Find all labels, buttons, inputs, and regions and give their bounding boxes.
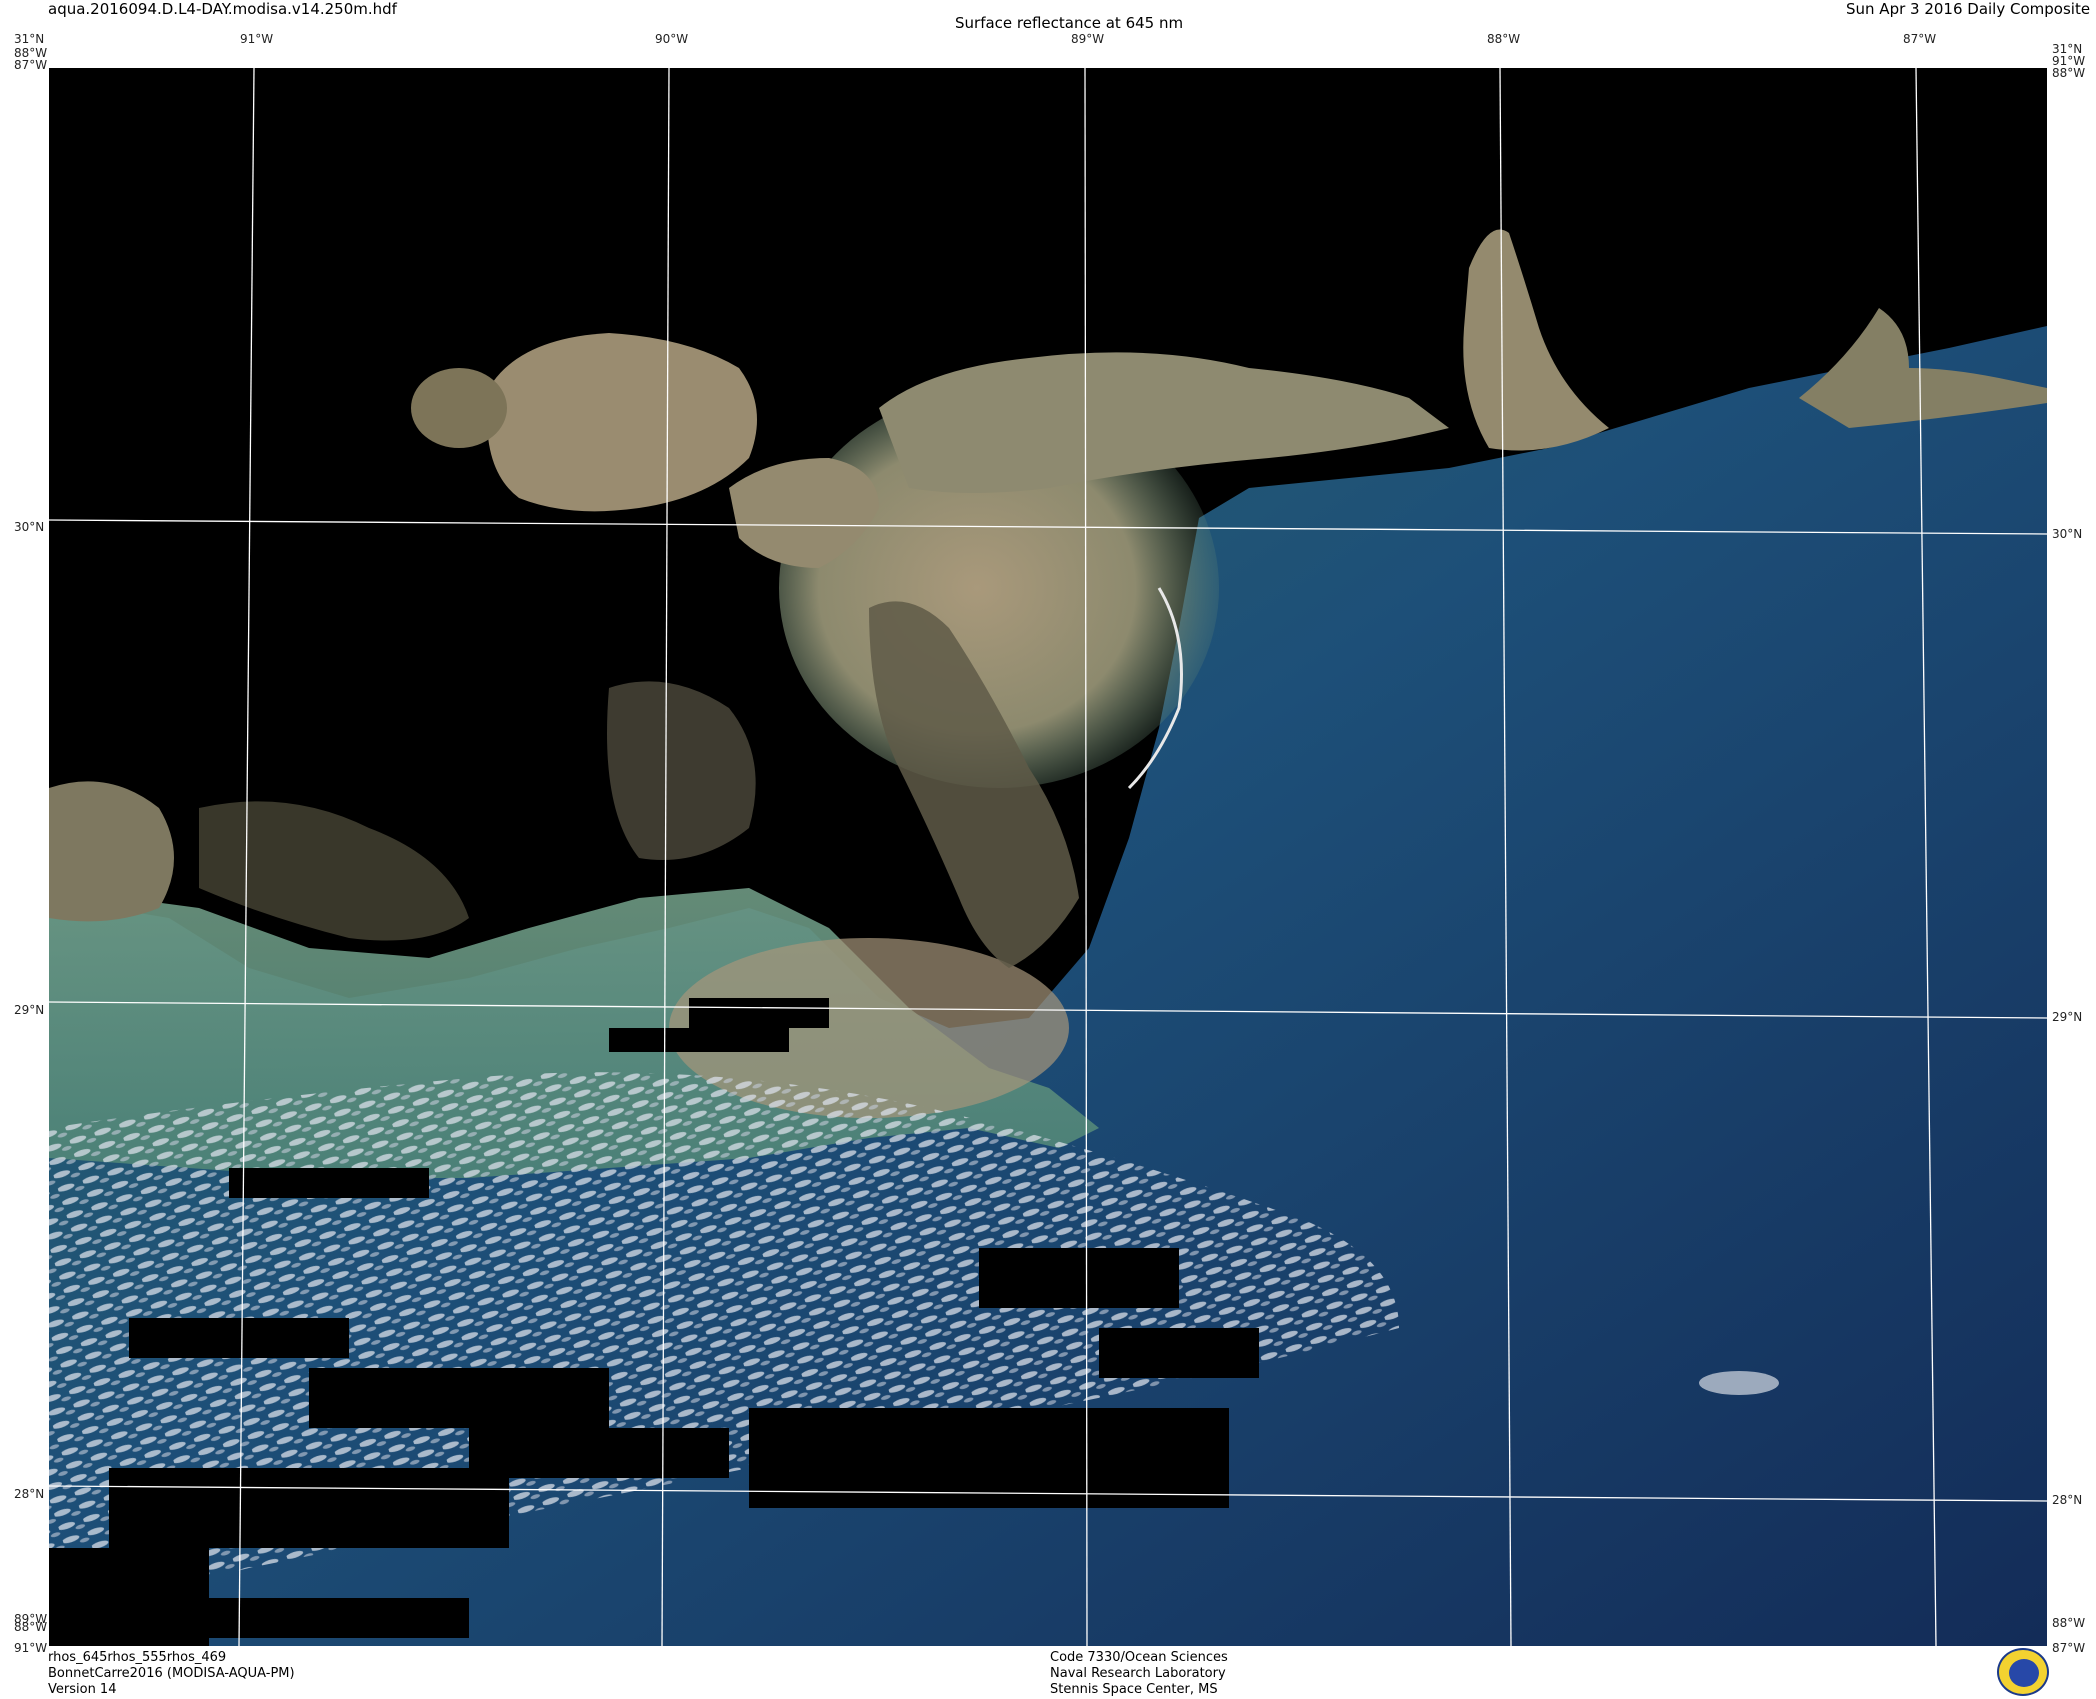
top-lon-label-91: 91°W	[240, 32, 274, 46]
left-lat-label-29: 29°N	[14, 1003, 45, 1017]
corner-bl-lon3: 91°W	[14, 1641, 48, 1655]
footer-lab: Naval Research Laboratory	[1050, 1666, 1226, 1681]
satellite-map	[49, 68, 2047, 1646]
filename-label: aqua.2016094.D.L4-DAY.modisa.v14.250m.hd…	[48, 0, 397, 18]
map-image	[49, 68, 2047, 1646]
top-lon-label-88: 88°W	[1487, 32, 1521, 46]
corner-br-lon2: 87°W	[2052, 1641, 2086, 1655]
footer-location: Stennis Space Center, MS	[1050, 1682, 1218, 1697]
left-lat-label-30: 30°N	[14, 520, 45, 534]
top-lon-label-90: 90°W	[655, 32, 689, 46]
seal-center	[2008, 1658, 2040, 1688]
right-lat-label-28: 28°N	[2052, 1493, 2083, 1507]
footer-code: Code 7330/Ocean Sciences	[1050, 1650, 1228, 1665]
corner-tl-lon-under: 87°W	[14, 58, 48, 72]
corner-br-lon1: 88°W	[2052, 1616, 2086, 1630]
footer-version: Version 14	[48, 1682, 117, 1697]
footer-project: BonnetCarre2016 (MODISA-AQUA-PM)	[48, 1666, 295, 1681]
map-title: Surface reflectance at 645 nm	[955, 14, 1184, 32]
corner-bl-lon2: 88°W	[14, 1620, 48, 1634]
small-cloud	[1699, 1371, 1779, 1395]
right-lat-label-30: 30°N	[2052, 527, 2083, 541]
corner-tl-lat: 31°N	[14, 32, 45, 46]
date-label: Sun Apr 3 2016 Daily Composite	[1846, 0, 2091, 18]
left-lat-label-28: 28°N	[14, 1487, 45, 1501]
footer-bands: rhos_645rhos_555rhos_469	[48, 1650, 227, 1665]
lake-maurepas	[411, 368, 507, 448]
right-lat-label-29: 29°N	[2052, 1010, 2083, 1024]
nrl-seal-logo	[1997, 1648, 2049, 1696]
corner-tr-lon2: 88°W	[2052, 66, 2086, 80]
top-lon-label-89: 89°W	[1071, 32, 1105, 46]
top-lon-label-87: 87°W	[1903, 32, 1937, 46]
